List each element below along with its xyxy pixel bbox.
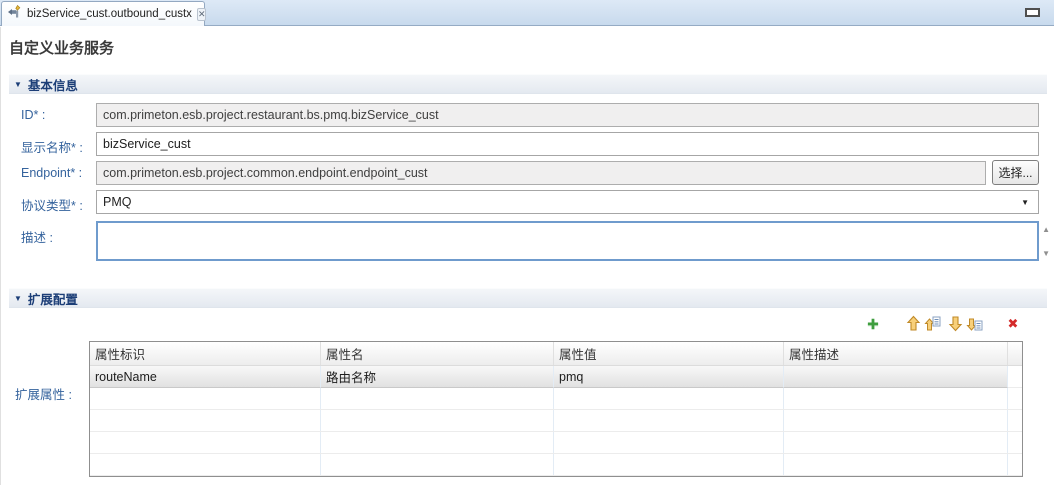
down-arrow-icon bbox=[947, 315, 964, 332]
collapse-triangle-icon: ▼ bbox=[14, 294, 22, 303]
extension-property-label: 扩展属性 : bbox=[15, 384, 72, 403]
scroll-up-icon[interactable]: ▲ bbox=[1042, 225, 1050, 234]
editor-tab[interactable]: bizService_cust.outbound_custx ✕ bbox=[1, 1, 205, 26]
protocol-type-dropdown[interactable]: PMQ ▼ bbox=[96, 190, 1039, 214]
section-header-extension-config[interactable]: ▼ 扩展配置 bbox=[9, 288, 1047, 308]
display-name-label: 显示名称* : bbox=[21, 137, 83, 156]
endpoint-field[interactable] bbox=[96, 161, 986, 185]
table-empty-row bbox=[90, 388, 1022, 410]
table-empty-row bbox=[90, 410, 1022, 432]
page-title: 自定义业务服务 bbox=[9, 37, 114, 58]
section-title-extension: 扩展配置 bbox=[28, 289, 78, 308]
cell-property-id[interactable]: routeName bbox=[90, 366, 321, 388]
column-header-property-id[interactable]: 属性标识 bbox=[90, 342, 321, 365]
protocol-type-label: 协议类型* : bbox=[21, 195, 83, 214]
column-header-property-name[interactable]: 属性名 bbox=[321, 342, 554, 365]
endpoint-select-button[interactable]: 选择... bbox=[992, 160, 1039, 185]
down-arrow-list-icon bbox=[966, 315, 983, 332]
add-row-button[interactable]: ✚ bbox=[864, 315, 882, 333]
protocol-type-value: PMQ bbox=[103, 195, 131, 209]
cell-property-value[interactable]: pmq bbox=[554, 366, 784, 388]
description-label: 描述 : bbox=[21, 227, 53, 246]
section-title-basic: 基本信息 bbox=[28, 75, 78, 94]
minimize-icon[interactable] bbox=[1025, 8, 1040, 17]
table-empty-row bbox=[90, 454, 1022, 476]
extension-properties-table: 属性标识 属性名 属性值 属性描述 routeName 路由名称 pmq bbox=[89, 341, 1023, 477]
cell-spacer bbox=[1008, 366, 1022, 387]
cell-property-name[interactable]: 路由名称 bbox=[321, 366, 554, 388]
endpoint-label: Endpoint* : bbox=[21, 166, 82, 180]
editor-tab-title: bizService_cust.outbound_custx bbox=[27, 8, 192, 20]
editor-content: 自定义业务服务 ▼ 基本信息 ID* : 显示名称* : Endpoint* :… bbox=[0, 27, 1054, 485]
cell-property-desc[interactable] bbox=[784, 366, 1008, 388]
column-header-property-value[interactable]: 属性值 bbox=[554, 342, 784, 365]
section-header-basic-info[interactable]: ▼ 基本信息 bbox=[9, 74, 1047, 94]
service-file-icon bbox=[7, 4, 22, 24]
table-empty-row bbox=[90, 432, 1022, 454]
editor-tab-bar: bizService_cust.outbound_custx ✕ bbox=[0, 0, 1054, 26]
move-down-button[interactable] bbox=[946, 315, 964, 333]
move-up-button[interactable] bbox=[904, 315, 922, 333]
description-textarea[interactable] bbox=[96, 221, 1039, 261]
up-arrow-icon bbox=[905, 315, 922, 332]
up-arrow-list-icon bbox=[924, 315, 941, 332]
column-header-spacer bbox=[1008, 342, 1022, 365]
move-to-bottom-button[interactable] bbox=[965, 315, 983, 333]
column-header-property-desc[interactable]: 属性描述 bbox=[784, 342, 1008, 365]
id-field[interactable] bbox=[96, 103, 1039, 127]
display-name-field[interactable] bbox=[96, 132, 1039, 156]
tab-close-icon[interactable]: ✕ bbox=[197, 8, 207, 21]
delete-row-button[interactable]: ✖ bbox=[1004, 315, 1022, 333]
id-label: ID* : bbox=[21, 108, 45, 122]
chevron-down-icon: ▼ bbox=[1021, 198, 1032, 207]
move-to-top-button[interactable] bbox=[923, 315, 941, 333]
scroll-down-icon[interactable]: ▼ bbox=[1042, 249, 1050, 258]
table-row[interactable]: routeName 路由名称 pmq bbox=[90, 366, 1022, 388]
table-header-row: 属性标识 属性名 属性值 属性描述 bbox=[90, 342, 1022, 366]
collapse-triangle-icon: ▼ bbox=[14, 80, 22, 89]
